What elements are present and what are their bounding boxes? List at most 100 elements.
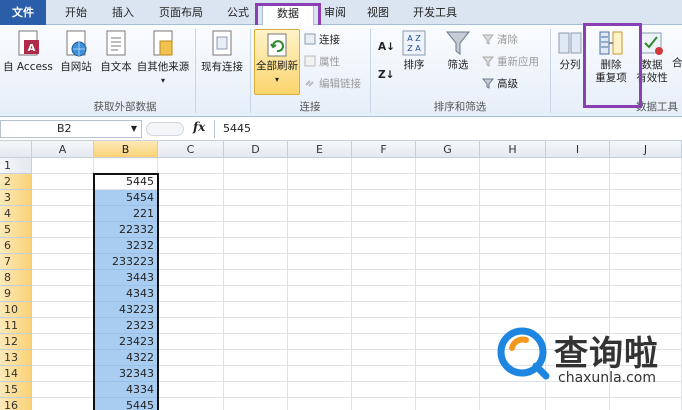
grid-cell[interactable] (224, 254, 288, 270)
grid-cell[interactable] (546, 174, 610, 190)
grid-cell[interactable] (352, 398, 416, 410)
grid-cell[interactable] (416, 334, 480, 350)
row-header[interactable]: 14 (0, 366, 32, 382)
grid-cell[interactable] (288, 174, 352, 190)
grid-cell[interactable] (158, 206, 224, 222)
tab-view[interactable]: 视图 (358, 3, 398, 25)
grid-cell[interactable] (32, 190, 94, 206)
grid-cell[interactable] (158, 270, 224, 286)
grid-cell[interactable] (158, 302, 224, 318)
grid-cell[interactable] (224, 318, 288, 334)
grid-cell[interactable] (610, 190, 682, 206)
column-header-j[interactable]: J (610, 141, 682, 158)
grid-cell[interactable] (416, 254, 480, 270)
sort-descending-button[interactable]: Z↓ (378, 67, 394, 83)
grid-cell[interactable] (416, 190, 480, 206)
row-header[interactable]: 12 (0, 334, 32, 350)
grid-cell[interactable] (610, 254, 682, 270)
refresh-all-button[interactable]: 全部刷新 ▾ (254, 29, 300, 95)
grid-cell[interactable]: 5454 (94, 190, 158, 206)
grid-cell[interactable] (610, 174, 682, 190)
grid-cell[interactable] (224, 398, 288, 410)
grid-cell[interactable] (224, 174, 288, 190)
grid-cell[interactable] (610, 302, 682, 318)
tab-formulas[interactable]: 公式 (218, 3, 258, 25)
grid-cell[interactable] (224, 366, 288, 382)
grid-cell[interactable] (416, 382, 480, 398)
grid-cell[interactable]: 3232 (94, 238, 158, 254)
tab-developer[interactable]: 开发工具 (404, 3, 466, 25)
grid-cell[interactable] (546, 238, 610, 254)
grid-cell[interactable] (32, 382, 94, 398)
grid-cell[interactable] (480, 286, 546, 302)
grid-cell[interactable] (546, 190, 610, 206)
row-header[interactable]: 10 (0, 302, 32, 318)
column-header-i[interactable]: I (546, 141, 610, 158)
row-header[interactable]: 6 (0, 238, 32, 254)
data-validation-button[interactable]: 数据 有效性 (636, 29, 668, 85)
grid-cell[interactable] (288, 318, 352, 334)
grid-cell[interactable] (158, 254, 224, 270)
tab-home[interactable]: 开始 (56, 3, 96, 25)
grid-cell[interactable]: 5445 (94, 398, 158, 410)
column-header-b[interactable]: B (94, 141, 158, 158)
grid-cell[interactable] (480, 158, 546, 174)
grid-cell[interactable]: 233223 (94, 254, 158, 270)
grid-cell[interactable] (610, 270, 682, 286)
grid-cell[interactable] (480, 222, 546, 238)
grid-cell[interactable] (416, 350, 480, 366)
grid-cell[interactable] (158, 158, 224, 174)
tab-file[interactable]: 文件 (0, 0, 46, 25)
grid-cell[interactable] (158, 222, 224, 238)
grid-cell[interactable] (546, 302, 610, 318)
grid-cell[interactable]: 23423 (94, 334, 158, 350)
grid-cell[interactable] (610, 238, 682, 254)
grid-cell[interactable] (288, 398, 352, 410)
row-header[interactable]: 9 (0, 286, 32, 302)
grid-cell[interactable] (352, 254, 416, 270)
grid-cell[interactable]: 221 (94, 206, 158, 222)
grid-cell[interactable]: 43223 (94, 302, 158, 318)
properties-button[interactable]: 属性 (304, 54, 340, 70)
grid-cell[interactable] (158, 334, 224, 350)
grid-cell[interactable] (352, 318, 416, 334)
grid-cell[interactable]: 4343 (94, 286, 158, 302)
grid-cell[interactable] (288, 350, 352, 366)
advanced-filter-button[interactable]: 高级 (482, 76, 518, 92)
grid-cell[interactable] (288, 254, 352, 270)
grid-cell[interactable] (158, 286, 224, 302)
grid-cell[interactable] (288, 334, 352, 350)
grid-cell[interactable] (416, 318, 480, 334)
sort-button[interactable]: A ZZ A 排序 (400, 29, 428, 72)
grid-cell[interactable] (32, 158, 94, 174)
grid-cell[interactable] (288, 190, 352, 206)
chevron-down-icon[interactable]: ▼ (131, 121, 137, 137)
tab-data[interactable]: 数据 (262, 3, 314, 25)
grid-cell[interactable] (480, 270, 546, 286)
grid-cell[interactable] (224, 222, 288, 238)
grid-cell[interactable] (224, 206, 288, 222)
grid-cell[interactable] (352, 206, 416, 222)
grid-cell[interactable] (32, 270, 94, 286)
grid-cell[interactable] (480, 398, 546, 410)
from-web-button[interactable]: 自网站 (56, 29, 96, 74)
tab-review[interactable]: 审阅 (317, 3, 353, 25)
column-header-a[interactable]: A (32, 141, 94, 158)
grid-cell[interactable] (416, 238, 480, 254)
grid-cell[interactable] (224, 190, 288, 206)
column-header-d[interactable]: D (224, 141, 288, 158)
name-box[interactable]: B2 ▼ (0, 120, 142, 138)
from-text-button[interactable]: 自文本 (96, 29, 136, 74)
grid-cell[interactable] (32, 302, 94, 318)
more-tools-button[interactable]: 合 (672, 55, 682, 71)
from-other-sources-button[interactable]: 自其他来源 ▾ (134, 29, 192, 87)
grid-cell[interactable] (352, 350, 416, 366)
edit-links-button[interactable]: 编辑链接 (304, 76, 361, 92)
clear-filter-button[interactable]: 清除 (482, 32, 518, 48)
grid-cell[interactable] (480, 190, 546, 206)
grid-cell[interactable] (288, 238, 352, 254)
grid-cell[interactable]: 22332 (94, 222, 158, 238)
grid-cell[interactable] (352, 366, 416, 382)
grid-cell[interactable] (94, 158, 158, 174)
column-header-g[interactable]: G (416, 141, 480, 158)
